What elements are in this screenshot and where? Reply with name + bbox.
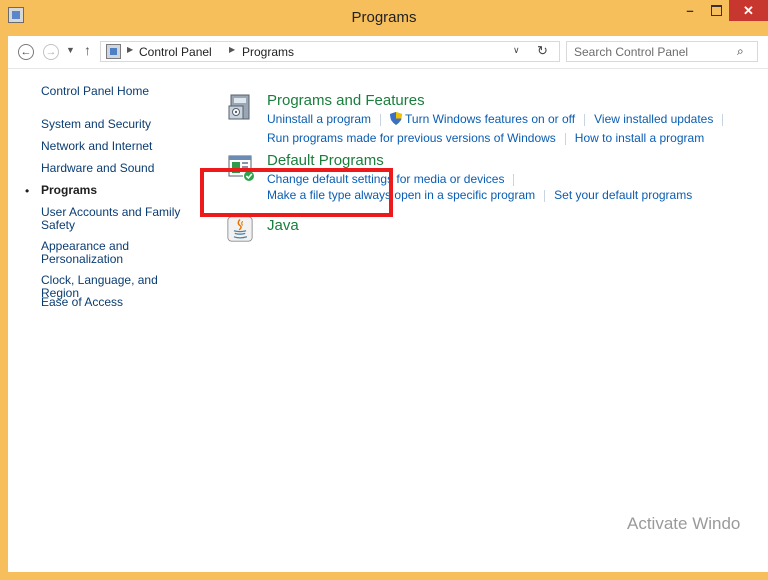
task-line: Run programs made for previous versions …	[267, 131, 704, 145]
how-to-install-program-link[interactable]: How to install a program	[575, 131, 704, 145]
divider	[544, 189, 546, 202]
window-title: Programs	[351, 9, 417, 26]
close-button[interactable]: ✕	[729, 0, 768, 21]
default-programs-link[interactable]: Default Programs	[267, 152, 384, 169]
activate-windows-watermark: Activate Windo	[627, 514, 741, 533]
current-item-bullet: •	[25, 184, 30, 198]
sidebar-item-system-and-security[interactable]: System and Security	[41, 118, 196, 131]
breadcrumb-programs[interactable]: Programs	[242, 45, 294, 59]
highlight-box	[200, 168, 393, 217]
turn-windows-features-link[interactable]: Turn Windows features on or off	[405, 112, 575, 126]
breadcrumb-control-panel[interactable]: Control Panel	[139, 45, 212, 59]
task-line: Uninstall a program Turn Windows features…	[267, 112, 732, 126]
divider	[513, 173, 515, 186]
divider	[584, 113, 586, 126]
programs-and-features-link[interactable]: Programs and Features	[267, 92, 425, 109]
divider	[564, 132, 566, 145]
search-box[interactable]: ⌕	[566, 41, 758, 62]
back-button[interactable]: ←	[18, 44, 34, 60]
sidebar: Control Panel Home System and Security N…	[8, 68, 198, 548]
set-default-programs-link[interactable]: Set your default programs	[554, 188, 692, 202]
uninstall-program-link[interactable]: Uninstall a program	[267, 112, 371, 126]
forward-button[interactable]: →	[43, 44, 59, 60]
breadcrumb-separator-icon[interactable]: ▶	[229, 45, 235, 54]
java-icon[interactable]	[227, 216, 253, 242]
sidebar-item-control-panel-home[interactable]: Control Panel Home	[41, 85, 196, 98]
main-content: Programs and Features Uninstall a progra…	[208, 76, 758, 556]
up-arrow-icon[interactable]: ↑	[84, 42, 91, 58]
maximize-icon	[710, 5, 722, 16]
programs-features-icon[interactable]	[226, 92, 256, 122]
title-bar[interactable]: Programs – ✕	[0, 0, 768, 36]
address-dropdown-icon[interactable]: ∨	[513, 45, 520, 56]
control-panel-address-icon	[106, 44, 121, 59]
run-older-programs-link[interactable]: Run programs made for previous versions …	[267, 131, 556, 145]
sidebar-item-appearance[interactable]: Appearance and Personalization	[41, 240, 141, 266]
search-icon[interactable]: ⌕	[737, 44, 744, 59]
sidebar-item-network-and-internet[interactable]: Network and Internet	[41, 140, 196, 153]
address-bar[interactable]: ▶ Control Panel ▶ Programs ∨ ↻	[100, 41, 560, 62]
sidebar-item-user-accounts[interactable]: User Accounts and Family Safety	[41, 206, 191, 232]
view-installed-updates-link[interactable]: View installed updates	[594, 112, 713, 126]
sidebar-item-hardware-and-sound[interactable]: Hardware and Sound	[41, 162, 196, 175]
sidebar-item-ease-of-access[interactable]: Ease of Access	[41, 296, 196, 309]
maximize-button[interactable]	[703, 0, 729, 21]
refresh-icon[interactable]: ↻	[537, 43, 548, 59]
minimize-button[interactable]: –	[677, 0, 703, 21]
recent-locations-dropdown-icon[interactable]: ▼	[66, 45, 75, 55]
divider	[722, 113, 724, 126]
navigation-bar: ← → ▼ ↑ ▶ Control Panel ▶ Programs ∨ ↻ ⌕	[8, 36, 768, 69]
control-panel-window: Programs – ✕ ← → ▼ ↑ ▶ Control Panel ▶ P…	[0, 0, 768, 580]
shield-icon	[390, 112, 403, 125]
java-link[interactable]: Java	[267, 217, 299, 234]
sidebar-item-programs: Programs	[41, 183, 98, 197]
breadcrumb-separator-icon[interactable]: ▶	[127, 45, 133, 54]
window-content: ← → ▼ ↑ ▶ Control Panel ▶ Programs ∨ ↻ ⌕…	[8, 36, 768, 572]
search-input[interactable]	[567, 42, 739, 61]
divider	[380, 113, 382, 126]
